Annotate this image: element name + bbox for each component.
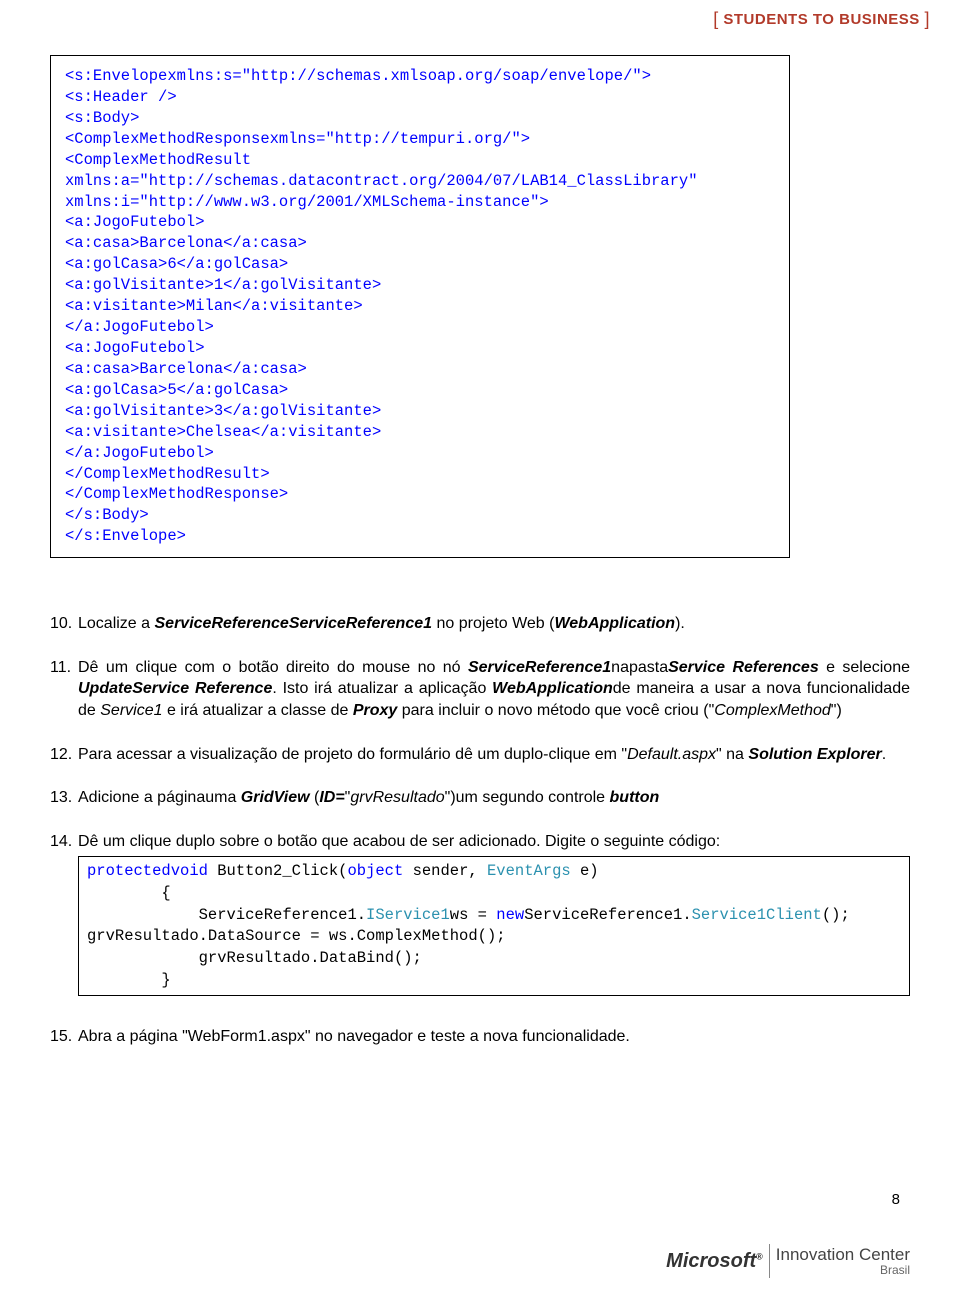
item-text: Abra a página "WebForm1.aspx" no navegad… [78,1026,910,1048]
code-line: } [87,970,901,992]
item-number: 15. [50,1026,78,1048]
item-text: Dê um clique com o botão direito do mous… [78,657,910,722]
item-number: 10. [50,613,78,635]
header-badge-text: STUDENTS TO BUSINESS [723,11,919,28]
csharp-code-box: protectedvoid Button2_Click(object sende… [78,856,910,996]
list-item-13: 13. Adicione a páginauma GridView (ID="g… [50,787,910,809]
list-item-11: 11. Dê um clique com o botão direito do … [50,657,910,722]
instruction-list: 10. Localize a ServiceReferenceServiceRe… [50,613,910,1048]
item-number: 12. [50,744,78,766]
item-text: Adicione a páginauma GridView (ID="grvRe… [78,787,910,809]
footer-divider [769,1244,770,1278]
code-line: ServiceReference1.IService1ws = newServi… [87,905,901,927]
item-text: Dê um clique duplo sobre o botão que aca… [78,831,910,997]
list-item-12: 12. Para acessar a visualização de proje… [50,744,910,766]
bracket-left: [ [713,9,719,29]
bracket-right: ] [924,9,930,29]
soap-envelope-code: <s:Envelopexmlns:s="http://schemas.xmlso… [65,66,775,547]
code-line: { [87,883,901,905]
list-item-15: 15. Abra a página "WebForm1.aspx" no nav… [50,1026,910,1048]
list-item-10: 10. Localize a ServiceReferenceServiceRe… [50,613,910,635]
item-number: 14. [50,831,78,997]
footer-logo-block: Microsoft® Innovation Center Brasil [666,1244,910,1278]
innovation-center-text: Innovation Center Brasil [776,1246,910,1276]
code-line: grvResultado.DataSource = ws.ComplexMeth… [87,926,901,948]
item-number: 13. [50,787,78,809]
item-text: Para acessar a visualização de projeto d… [78,744,910,766]
list-item-14: 14. Dê um clique duplo sobre o botão que… [50,831,910,997]
item-number: 11. [50,657,78,722]
item-text: Localize a ServiceReferenceServiceRefere… [78,613,910,635]
page-container: [ STUDENTS TO BUSINESS ] <s:Envelopexmln… [0,0,960,1298]
header-badge: [ STUDENTS TO BUSINESS ] [713,8,930,29]
code-line: grvResultado.DataBind(); [87,948,901,970]
soap-envelope-code-box: <s:Envelopexmlns:s="http://schemas.xmlso… [50,55,790,558]
microsoft-logo: Microsoft® [666,1250,763,1273]
page-number: 8 [892,1191,900,1208]
code-line: protectedvoid Button2_Click(object sende… [87,861,901,883]
